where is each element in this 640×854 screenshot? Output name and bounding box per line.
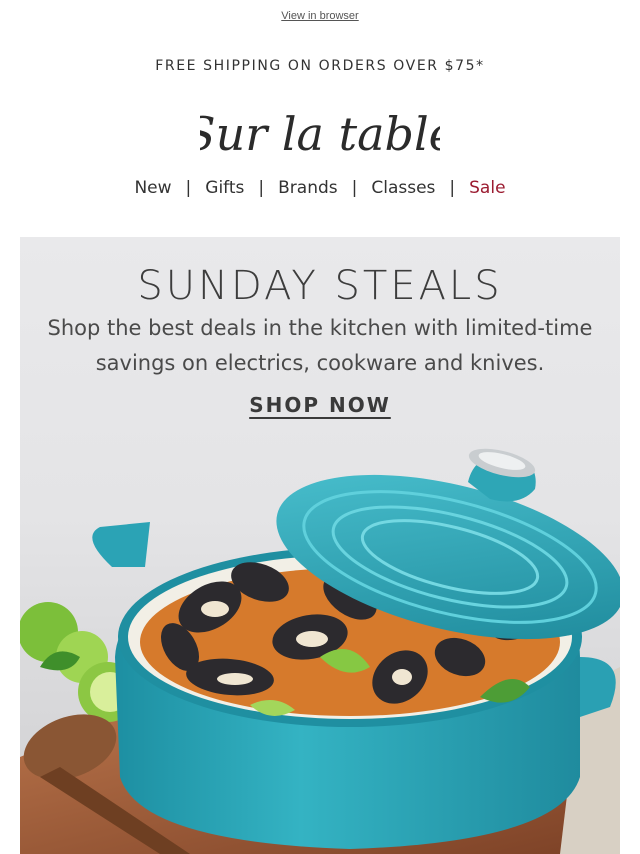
nav-separator: | (351, 178, 358, 198)
free-shipping-banner[interactable]: FREE SHIPPING ON ORDERS OVER $75* (0, 58, 640, 74)
logo-wordmark: Sur la table (200, 107, 440, 161)
hero-subtitle: Shop the best deals in the kitchen with … (20, 311, 620, 381)
nav-separator: | (449, 178, 456, 198)
nav-item-gifts[interactable]: Gifts (205, 178, 244, 198)
logo-text: Sur la table (200, 107, 440, 161)
sur-la-table-logo[interactable]: Sur la table (0, 104, 640, 168)
nav-item-new[interactable]: New (134, 178, 171, 198)
nav-item-brands[interactable]: Brands (278, 178, 338, 198)
hero-cta: SHOP NOW (20, 393, 620, 417)
nav-separator: | (185, 178, 192, 198)
view-in-browser-link[interactable]: View in browser (281, 10, 358, 22)
nav-separator: | (258, 178, 265, 198)
main-nav: New | Gifts | Brands | Classes | Sale (0, 178, 640, 198)
preheader: View in browser (0, 10, 640, 22)
nav-item-classes[interactable]: Classes (371, 178, 435, 198)
hero-subtitle-line-1: Shop the best deals in the kitchen with … (47, 316, 593, 340)
nav-item-sale[interactable]: Sale (469, 178, 505, 198)
hero-title: SUNDAY STEALS (137, 263, 503, 309)
hero-banner[interactable]: SUNDAY STEALS Shop the best deals in the… (20, 237, 620, 854)
shop-now-link[interactable]: SHOP NOW (249, 393, 391, 417)
hero-subtitle-line-2: savings on electrics, cookware and knive… (95, 351, 545, 375)
